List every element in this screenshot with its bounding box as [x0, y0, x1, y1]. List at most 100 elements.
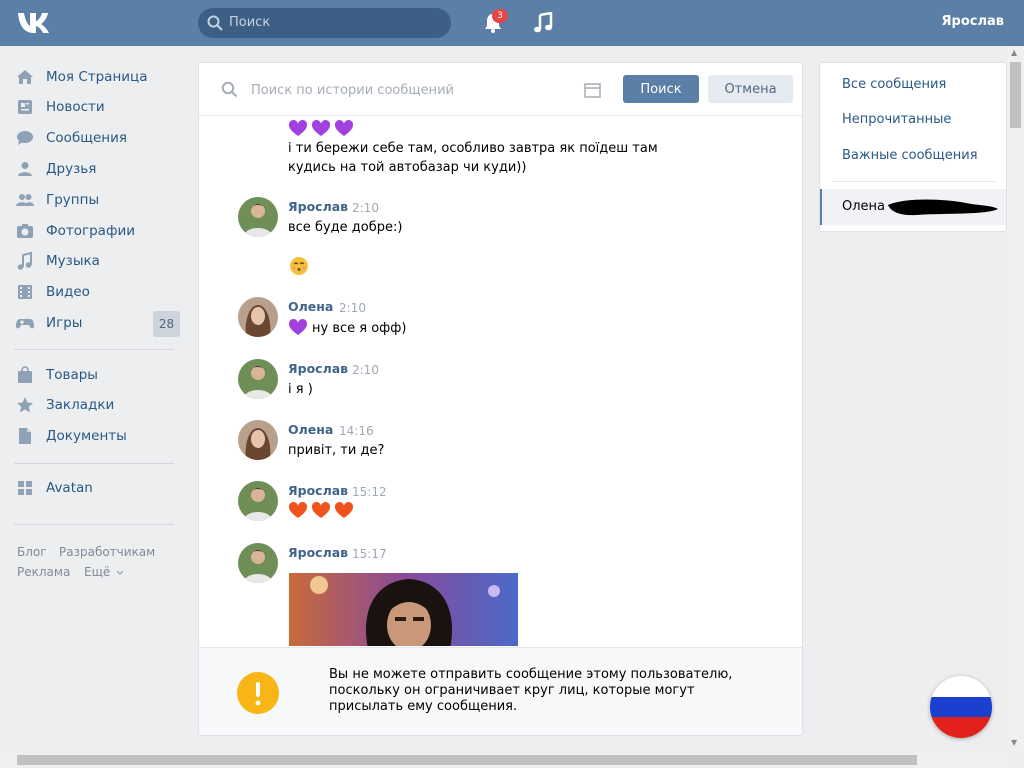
message-author[interactable]: Олена	[288, 299, 333, 314]
blocked-notice: Вы не можете отправить сообщение этому п…	[199, 647, 802, 735]
music-icon	[17, 252, 32, 270]
sidebar-item-messages[interactable]: Сообщения	[14, 124, 184, 152]
message-text: і ти бережи себе там, особливо завтра як…	[288, 141, 658, 175]
message-author[interactable]: Олена	[288, 422, 333, 437]
history-search-input[interactable]	[251, 80, 571, 100]
camera-icon	[17, 224, 33, 238]
sidebar-item-news[interactable]: Новости	[14, 93, 184, 121]
purple-heart-icon	[289, 319, 307, 335]
message-time: 14:16	[339, 424, 374, 438]
message-text: все буде добре:)	[288, 220, 403, 235]
sidebar-item-label: Видео	[46, 284, 90, 300]
user-menu[interactable]: Ярослав	[942, 14, 1004, 29]
avatar-yaroslav[interactable]	[238, 359, 278, 399]
sidebar-item-label: Товары	[46, 367, 98, 383]
dialog-filter-panel: Все сообщения Непрочитанные Важные сообщ…	[819, 62, 1007, 232]
sidebar-item-friends[interactable]: Друзья	[14, 155, 184, 183]
document-icon	[19, 428, 31, 444]
cancel-button[interactable]: Отмена	[708, 75, 793, 103]
groups-icon	[16, 194, 34, 206]
sidebar-item-documents[interactable]: Документы	[14, 422, 184, 450]
sidebar-item-label: Фотографии	[46, 223, 136, 239]
sidebar-item-my-page[interactable]: Моя Страница	[14, 63, 184, 91]
home-icon	[17, 70, 33, 84]
sidebar-divider	[14, 524, 174, 525]
sidebar-item-label: Игры	[46, 315, 83, 331]
sidebar-item-music[interactable]: Музыка	[14, 247, 184, 275]
star-icon	[17, 397, 33, 413]
orange-heart-icon	[289, 502, 307, 518]
vertical-scroll-thumb[interactable]	[1010, 62, 1021, 128]
message-time: 2:10	[352, 363, 379, 377]
sidebar-item-label: Закладки	[46, 397, 115, 413]
sidebar-item-label: Сообщения	[46, 130, 128, 146]
avatar-yaroslav[interactable]	[238, 197, 278, 237]
filter-divider	[832, 181, 996, 182]
sidebar-item-avatan[interactable]: Avatan	[14, 474, 184, 502]
message-author[interactable]: Ярослав	[288, 545, 348, 560]
blocked-notice-text: Вы не можете отправить сообщение этому п…	[329, 667, 733, 714]
sidebar-item-photos[interactable]: Фотографии	[14, 217, 184, 245]
scroll-down-arrow-icon[interactable]: ▼	[1011, 738, 1017, 747]
sidebar-item-label: Друзья	[46, 161, 97, 177]
message-time: 15:17	[352, 547, 387, 561]
message-photo[interactable]	[289, 573, 518, 646]
music-note-icon[interactable]	[533, 12, 553, 34]
search-icon	[207, 15, 223, 31]
search-button[interactable]: Поиск	[623, 75, 699, 103]
filter-important[interactable]: Важные сообщения	[842, 148, 978, 163]
global-search[interactable]: Поиск	[198, 8, 451, 38]
purple-heart-icon	[289, 120, 307, 136]
chevron-down-icon	[116, 570, 124, 575]
message-author[interactable]: Ярослав	[288, 199, 348, 214]
games-count-badge: 28	[153, 311, 180, 337]
purple-heart-icon	[335, 120, 353, 136]
message-text: привіт, ти де?	[288, 443, 385, 458]
scroll-up-arrow-icon[interactable]: ▲	[1011, 48, 1017, 57]
message-text: і я )	[288, 382, 313, 397]
sidebar-item-groups[interactable]: Группы	[14, 186, 184, 214]
sidebar-item-bookmarks[interactable]: Закладки	[14, 391, 184, 419]
history-search-bar: Поиск Отмена	[199, 63, 802, 116]
sidebar-item-label: Группы	[46, 192, 100, 208]
vk-logo-icon[interactable]	[16, 10, 54, 36]
active-dialog-olena[interactable]: Олена	[820, 189, 1006, 225]
filter-all-messages[interactable]: Все сообщения	[842, 77, 946, 92]
horizontal-scrollbar[interactable]	[0, 752, 1007, 768]
avatar-olena[interactable]	[238, 420, 278, 460]
message-author[interactable]: Ярослав	[288, 483, 348, 498]
message-text: ну все я офф)	[312, 321, 407, 336]
orange-heart-icon	[335, 502, 353, 518]
message-history[interactable]: і ти бережи себе там, особливо завтра як…	[199, 117, 802, 646]
avatar-olena[interactable]	[238, 297, 278, 337]
search-icon	[221, 81, 238, 98]
sidebar-item-label: Документы	[46, 428, 127, 444]
orange-heart-icon	[312, 502, 330, 518]
friends-icon	[18, 162, 32, 176]
sidebar-divider	[14, 463, 174, 464]
gamepad-icon	[16, 319, 34, 329]
vertical-scrollbar[interactable]: ▲ ▼	[1007, 46, 1024, 752]
russia-flag-icon[interactable]	[930, 676, 992, 738]
horizontal-scroll-thumb[interactable]	[17, 755, 917, 765]
bag-icon	[18, 366, 32, 383]
sidebar-item-games[interactable]: Игры 28	[14, 309, 184, 337]
calendar-icon[interactable]	[584, 82, 601, 98]
message-author[interactable]: Ярослав	[288, 361, 348, 376]
filter-unread[interactable]: Непрочитанные	[842, 112, 951, 127]
kissing-face-icon	[290, 257, 308, 275]
avatar-yaroslav[interactable]	[238, 543, 278, 583]
footer-link-ads[interactable]: Реклама	[17, 565, 70, 579]
video-icon	[18, 285, 32, 299]
footer-link-blog[interactable]: Блог	[17, 545, 47, 559]
sidebar-item-video[interactable]: Видео	[14, 278, 184, 306]
global-search-placeholder: Поиск	[229, 15, 271, 30]
sidebar-item-goods[interactable]: Товары	[14, 361, 184, 389]
redaction-mark	[888, 199, 998, 216]
footer-link-developers[interactable]: Разработчикам	[59, 545, 155, 559]
message-time: 15:12	[352, 485, 387, 499]
purple-heart-icon	[312, 120, 330, 136]
avatar-yaroslav[interactable]	[238, 481, 278, 521]
footer-link-more[interactable]: Ещё	[84, 565, 110, 579]
dialog-panel: Поиск Отмена і ти бережи себе там, особл…	[198, 62, 803, 736]
